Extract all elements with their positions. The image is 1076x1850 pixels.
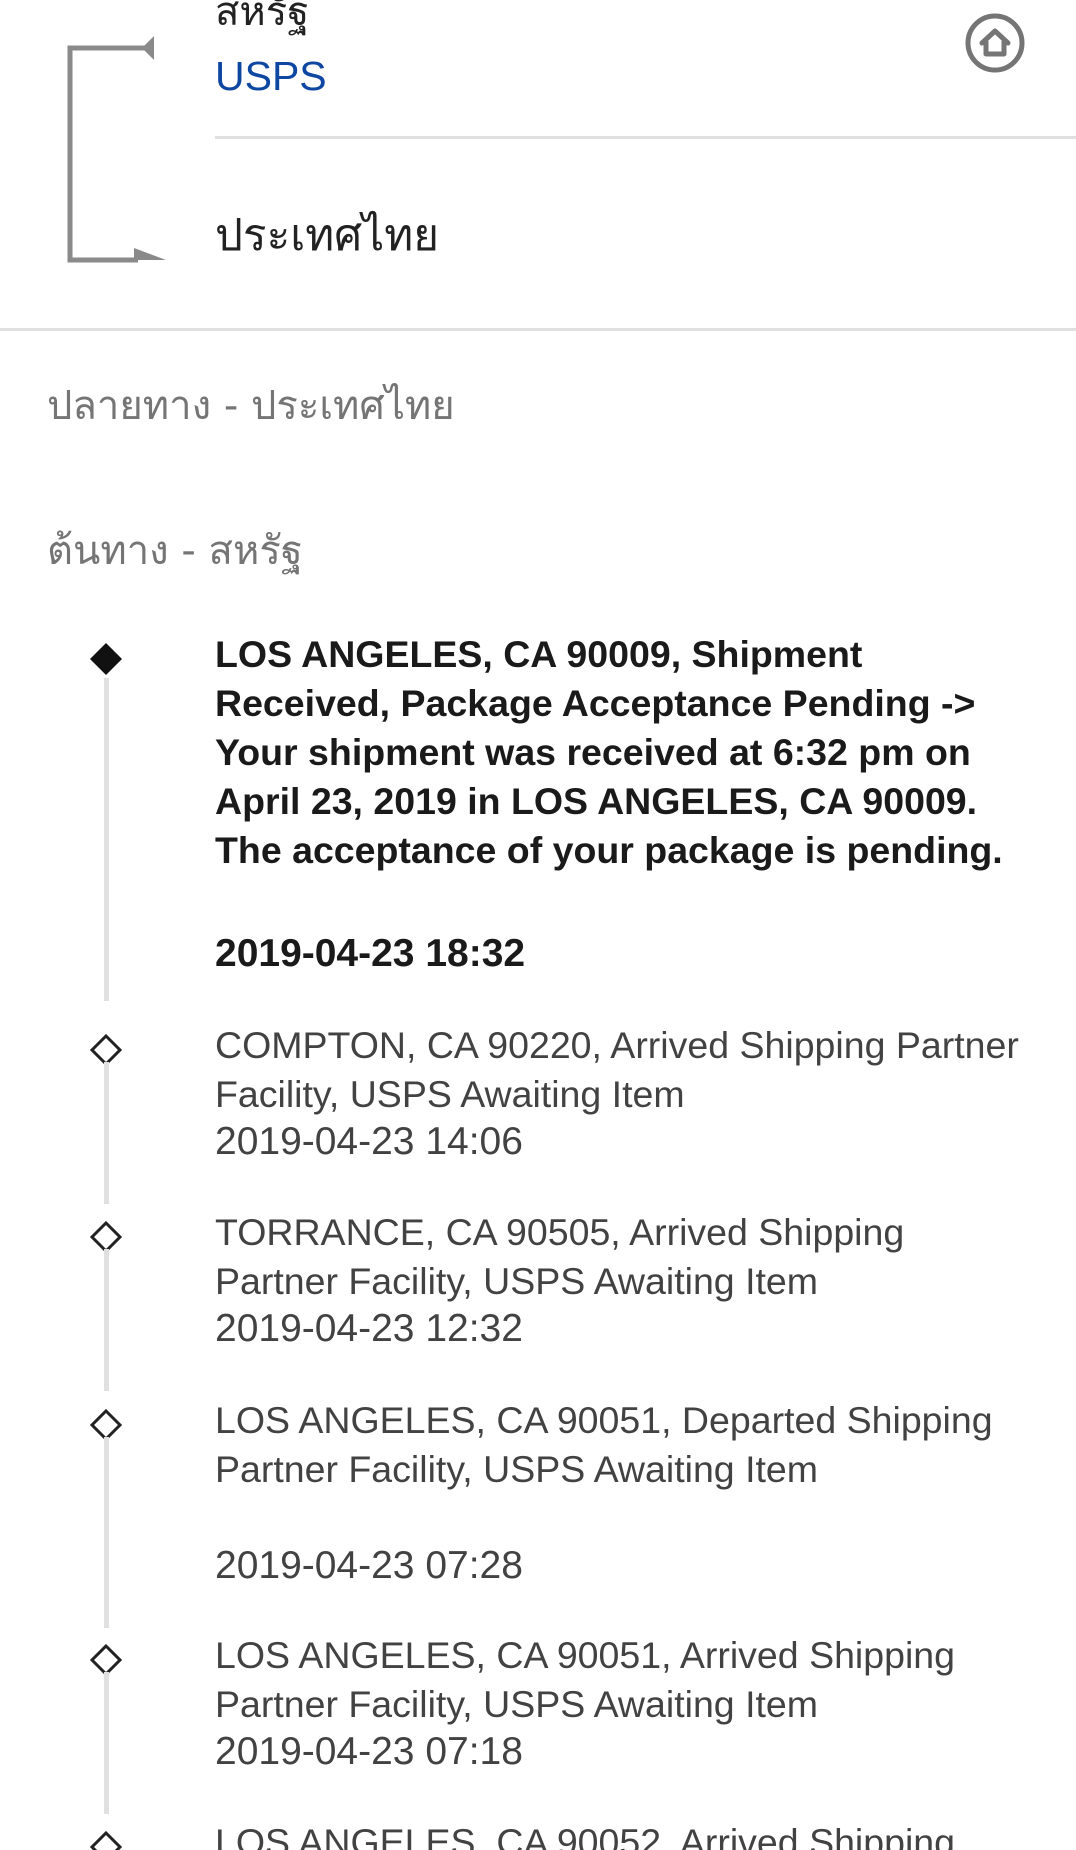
event-description: LOS ANGELES, CA 90052, Arrived Shipping [215, 1821, 956, 1850]
home-circle-icon[interactable] [964, 12, 1026, 74]
event-description: LOS ANGELES, CA 90009, Shipment Received… [215, 633, 1003, 871]
carrier-link[interactable]: USPS [215, 52, 327, 100]
destination-section-label: ปลายทาง - ประเทศไทย [47, 383, 455, 429]
route-divider [215, 136, 1076, 139]
tracking-event: LOS ANGELES, CA 90052, Arrived Shipping [0, 1812, 1076, 1850]
event-time: 2019-04-23 12:32 [215, 1307, 523, 1350]
event-description: TORRANCE, CA 90505, Arrived Shipping Par… [215, 1211, 905, 1302]
event-time: 2019-04-23 18:32 [215, 932, 526, 975]
event-time: 2019-04-23 14:06 [215, 1120, 523, 1163]
timeline-rail [104, 1672, 109, 1814]
timeline-rail [104, 1062, 109, 1204]
route-arrow-connector [67, 36, 166, 263]
destination-country: ประเทศไทย [215, 210, 440, 261]
origin-section-label: ต้นทาง - สหรัฐ [47, 528, 303, 574]
timeline-rail [104, 678, 109, 1001]
route-card: สหรัฐ USPS ประเทศไทย [0, 0, 1076, 331]
timeline-rail [104, 1249, 109, 1391]
filled-diamond-icon [90, 643, 122, 675]
event-time: 2019-04-23 07:18 [215, 1730, 523, 1773]
origin-country: สหรัฐ [215, 0, 310, 35]
timeline-rail [104, 1437, 109, 1628]
event-description: COMPTON, CA 90220, Arrived Shipping Part… [215, 1024, 1019, 1115]
event-description: LOS ANGELES, CA 90051, Departed Shipping… [215, 1399, 993, 1490]
event-description: LOS ANGELES, CA 90051, Arrived Shipping … [215, 1634, 956, 1725]
outline-diamond-icon [89, 1830, 123, 1850]
event-time: 2019-04-23 07:28 [215, 1544, 523, 1587]
